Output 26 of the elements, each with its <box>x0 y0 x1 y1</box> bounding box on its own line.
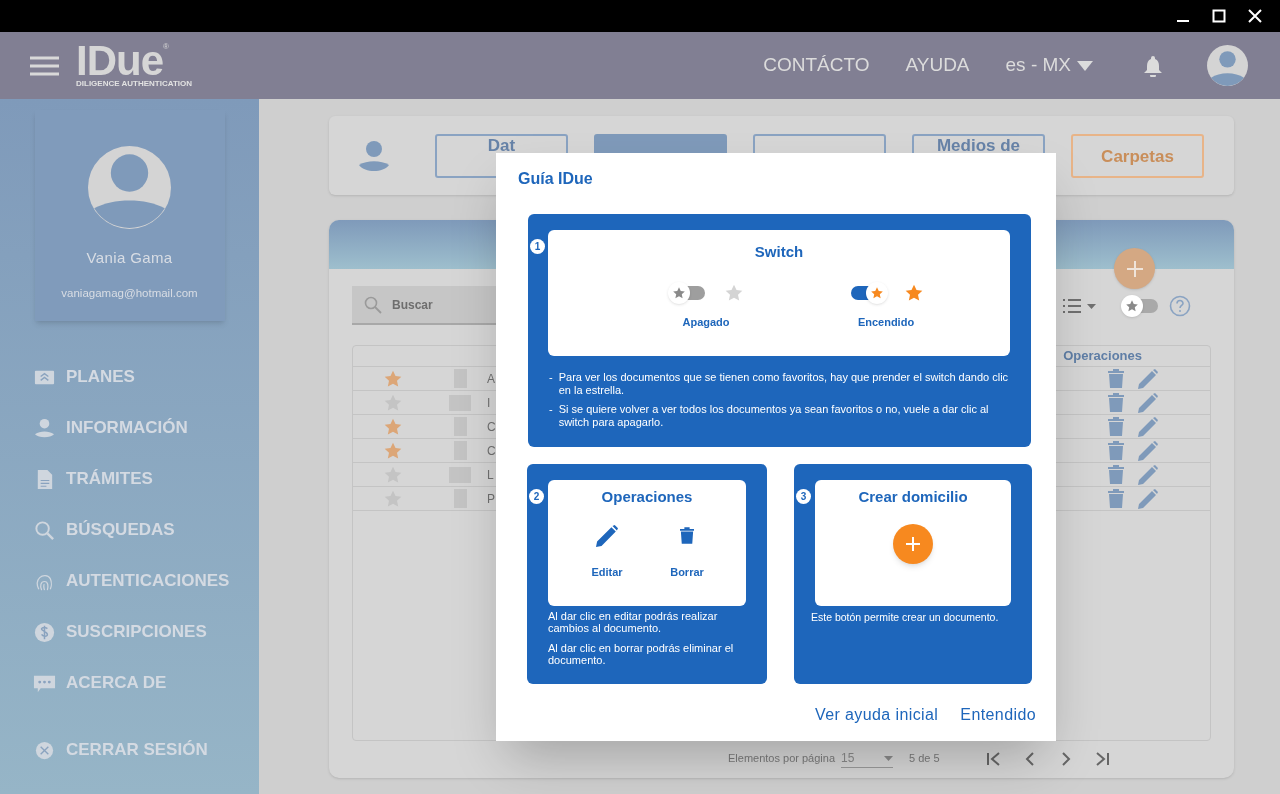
panel-title: Crear domicilio <box>858 487 968 507</box>
logo-text: IDue <box>76 43 163 79</box>
help-text: Al dar clic en editar podrás realizar cambios al documento. <box>548 610 719 634</box>
note-text: Si se quiere volver a ver todos los documentos ya sean favoritos o no, vuele a dar clic al switch para apagarlo. <box>558 403 990 429</box>
step-number: 3 <box>796 489 811 504</box>
column-header: Operaciones <box>1063 347 1142 366</box>
profile-name: Vania Gama <box>86 248 173 268</box>
action-label: Editar <box>591 564 623 580</box>
bullet-marker: - <box>549 371 553 385</box>
action-label: Borrar <box>670 564 704 580</box>
note-text: Para ver los documentos que se tienen como favoritos, hay que prender el switch dando clic en la estrella. <box>558 371 1010 397</box>
dialog-title: Guía IDue <box>518 169 594 189</box>
help-text: Al dar clic en borrar podrás eliminar el documento. <box>548 642 735 666</box>
step-number: 2 <box>529 489 544 504</box>
switch-state-label: Apagado <box>682 314 730 330</box>
panel-title: Operaciones <box>601 487 693 507</box>
logo-subtitle: DILIGENCE AUTHENTICATION <box>76 80 192 88</box>
page-range: 5 de 5 <box>909 751 940 767</box>
help-text: Este botón permite crear un documento. <box>811 611 1000 623</box>
panel-title: Switch <box>754 242 804 262</box>
step-number: 1 <box>530 239 545 254</box>
page-size-label: Elementos por página <box>728 751 835 767</box>
bullet-marker: - <box>549 403 553 417</box>
switch-state-label: Encendido <box>857 314 915 330</box>
registered-mark: ® <box>163 43 169 51</box>
profile-email: vaniagamag@hotmail.com <box>61 285 198 301</box>
